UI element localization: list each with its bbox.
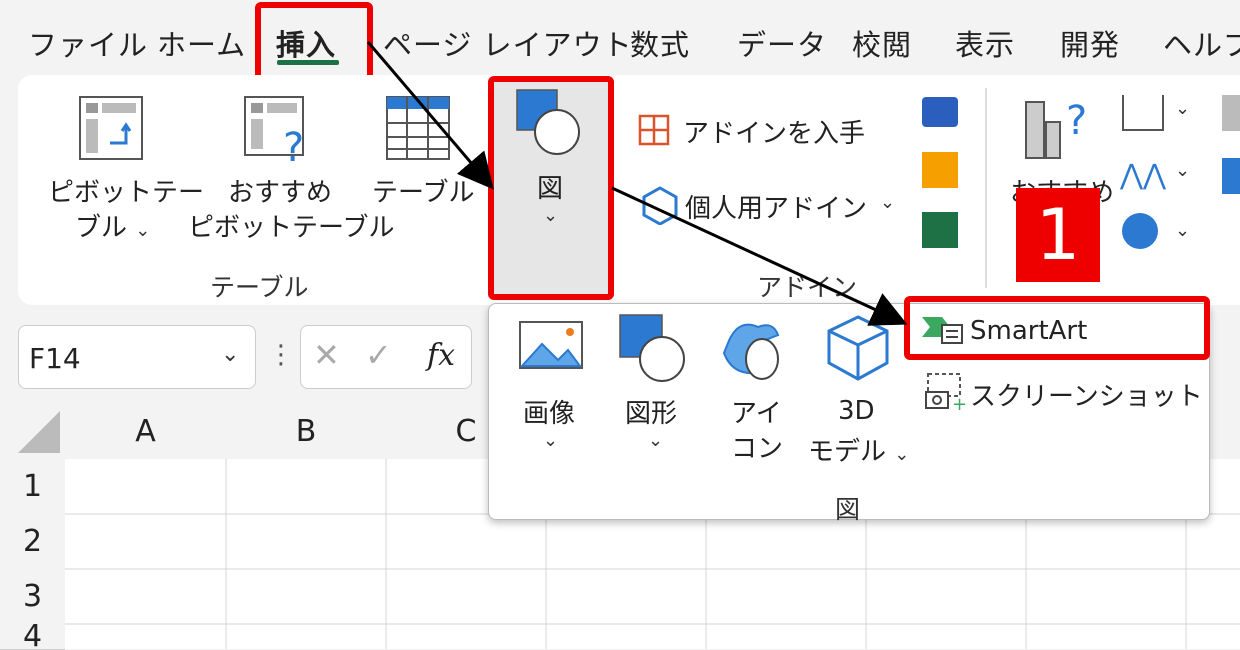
annotation-arrows [366,41,908,326]
